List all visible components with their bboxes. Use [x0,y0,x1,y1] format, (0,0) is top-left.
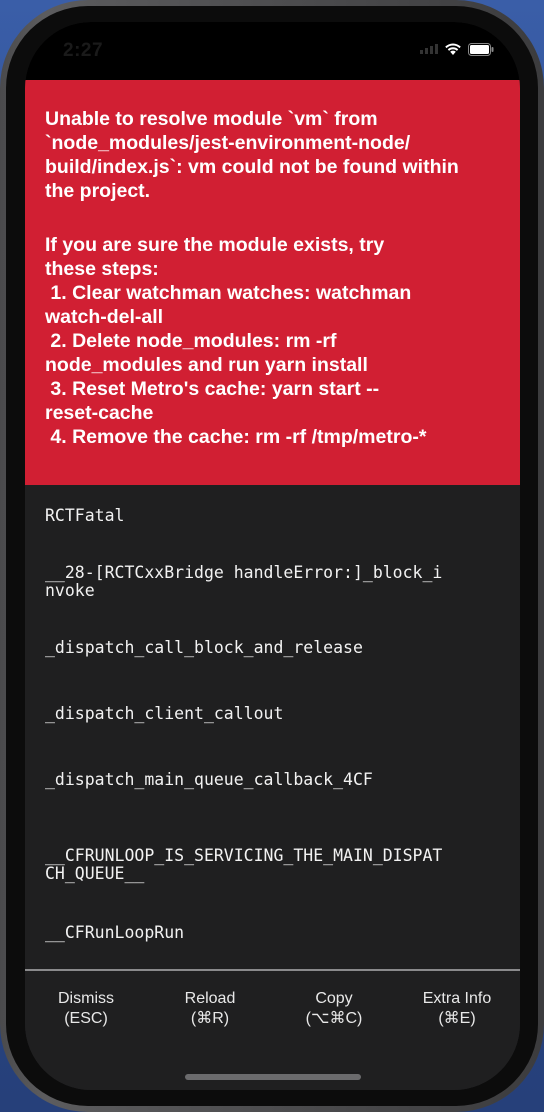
stack-frame[interactable]: __28-[RCTCxxBridge handleError:]_block_i… [45,564,505,600]
extra-info-button[interactable]: Extra Info (⌘E) [397,989,517,1029]
status-time: 2:27 [63,40,104,61]
stack-trace-list[interactable]: RCTFatal __28-[RCTCxxBridge handleError:… [25,485,520,969]
stack-frame[interactable]: RCTFatal [45,507,505,525]
wifi-icon [445,43,461,55]
stack-frame[interactable]: _dispatch_client_callout [45,705,505,723]
error-help-steps: If you are sure the module exists, try t… [45,234,427,448]
battery-icon [468,42,494,56]
home-indicator[interactable] [185,1074,361,1080]
stack-frame[interactable]: __CFRunLoopRun [45,924,505,942]
copy-label: Copy [315,990,353,1007]
cellular-signal-icon [420,44,438,54]
extra-info-shortcut: (⌘E) [438,1010,476,1027]
reload-shortcut: (⌘R) [190,1010,230,1027]
copy-button[interactable]: Copy (⌥⌘C) [274,989,394,1029]
notch [122,22,424,82]
stack-frame[interactable]: _dispatch_main_queue_callback_4CF [45,771,505,789]
phone-screen: 2:27 Unable to resolve module `vm` from … [25,22,520,1090]
error-banner: Unable to resolve module `vm` from `node… [25,80,520,485]
stack-frame[interactable]: __CFRUNLOOP_IS_SERVICING_THE_MAIN_DISPAT… [45,847,505,883]
dismiss-button[interactable]: Dismiss (ESC) [26,989,146,1029]
extra-info-label: Extra Info [422,990,492,1007]
dismiss-shortcut: (ESC) [64,1010,108,1027]
error-message: Unable to resolve module `vm` from `node… [45,108,459,202]
copy-shortcut: (⌥⌘C) [305,1010,363,1027]
stack-frame[interactable]: _dispatch_call_block_and_release [45,639,505,657]
reload-label: Reload [184,990,236,1007]
reload-button[interactable]: Reload (⌘R) [150,989,270,1029]
status-icons [420,42,494,56]
dismiss-label: Dismiss [58,990,114,1007]
status-bar: 2:27 [25,22,520,82]
action-bar: Dismiss (ESC) Reload (⌘R) Copy (⌥⌘C) Ext… [25,971,520,1090]
